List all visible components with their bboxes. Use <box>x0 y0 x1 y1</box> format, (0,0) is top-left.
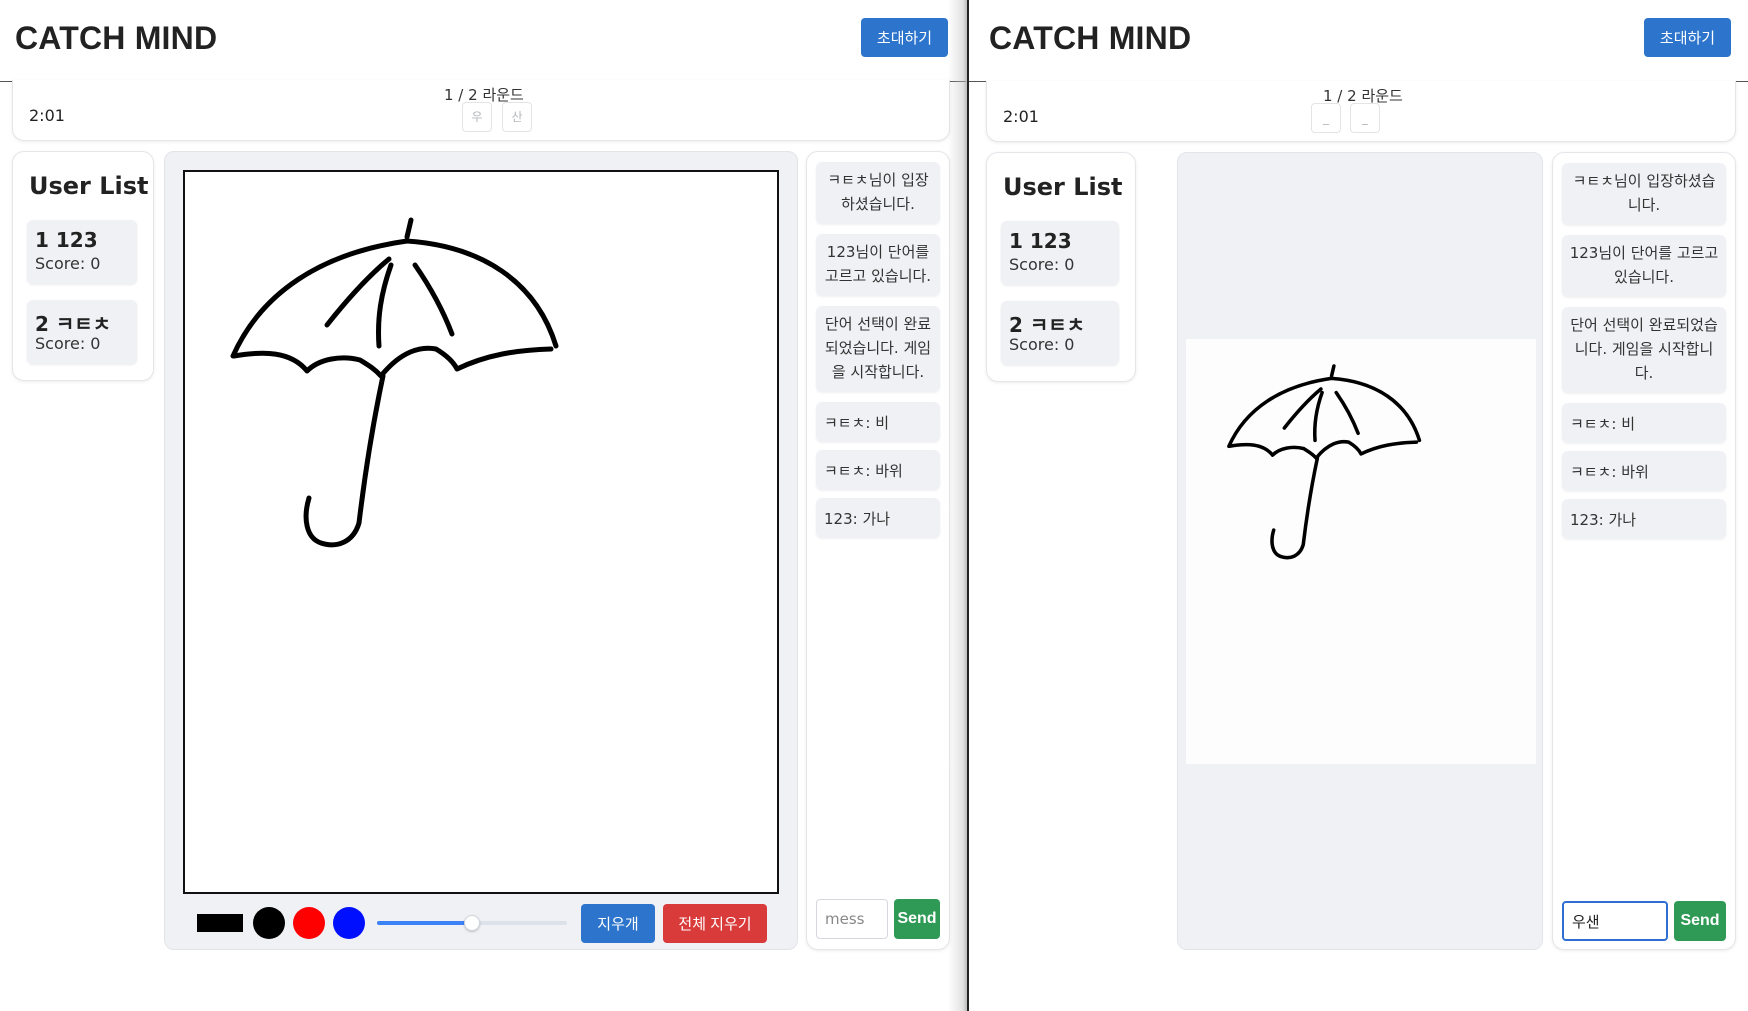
brush-size-slider[interactable] <box>377 915 567 931</box>
word-chip: _ <box>1350 103 1380 133</box>
user-list-panel: User List 1 123 Score: 0 2 ㅋㅌㅊ Score: 0 <box>986 152 1136 382</box>
umbrella-drawing <box>232 219 557 546</box>
round-bar: 1 / 2 라운드 2:01 _ _ <box>986 81 1736 142</box>
user-list-panel: User List 1 123 Score: 0 2 ㅋㅌㅊ Score: 0 <box>12 151 154 381</box>
user-score: Score: 0 <box>1009 255 1075 274</box>
window-divider-shadow <box>948 0 969 1011</box>
clear-all-button[interactable]: 전체 지우기 <box>663 904 767 943</box>
word-chip: _ <box>1311 103 1341 133</box>
chat-message: 단어 선택이 완료되었습니다. 게임을 시작합니다. <box>816 306 940 392</box>
color-red-button[interactable] <box>293 907 325 939</box>
chat-message: ㅋㅌㅊ: 비 <box>1562 403 1726 443</box>
chat-message: ㅋㅌㅊ: 비 <box>816 402 940 442</box>
color-swatch-current[interactable] <box>197 914 243 932</box>
user-list-title: User List <box>29 172 149 200</box>
color-blue-button[interactable] <box>333 907 365 939</box>
invite-button[interactable]: 초대하기 <box>1644 18 1731 57</box>
user-score: Score: 0 <box>35 334 101 353</box>
user-name: 1 123 <box>1009 229 1072 253</box>
umbrella-drawing <box>1228 365 1420 558</box>
slider-thumb[interactable] <box>464 915 480 931</box>
round-bar: 1 / 2 라운드 2:01 우 산 <box>12 80 950 141</box>
invite-button[interactable]: 초대하기 <box>861 18 948 57</box>
send-button[interactable]: Send <box>1674 901 1726 941</box>
chat-input[interactable] <box>816 899 888 939</box>
chat-message: ㅋㅌㅊ님이 입장하셨습니다. <box>1562 163 1726 225</box>
header: CATCH MIND 초대하기 <box>969 0 1748 82</box>
header: CATCH MIND 초대하기 <box>0 0 966 82</box>
drawer-window: CATCH MIND 초대하기 1 / 2 라운드 2:01 우 산 User … <box>0 0 966 1011</box>
logo: CATCH MIND <box>15 20 218 56</box>
user-name: 2 ㅋㅌㅊ <box>35 312 112 336</box>
user-list-title: User List <box>1003 173 1123 201</box>
chat-message: ㅋㅌㅊ: 바위 <box>1562 451 1726 491</box>
slider-fill <box>377 921 472 925</box>
send-button[interactable]: Send <box>894 899 940 939</box>
user-item: 2 ㅋㅌㅊ Score: 0 <box>27 300 137 364</box>
timer: 2:01 <box>29 106 65 125</box>
chat-panel: ㅋㅌㅊ님이 입장하셨습니다. 123님이 단어를 고르고 있습니다. 단어 선택… <box>1552 152 1736 950</box>
chat-message: ㅋㅌㅊ: 바위 <box>816 450 940 490</box>
chat-message: ㅋㅌㅊ님이 입장하셨습니다. <box>816 162 940 224</box>
user-score: Score: 0 <box>35 254 101 273</box>
user-name: 2 ㅋㅌㅊ <box>1009 313 1086 337</box>
chat-message: 123: 가나 <box>816 498 940 538</box>
chat-message: 123: 가나 <box>1562 499 1726 539</box>
user-score: Score: 0 <box>1009 335 1075 354</box>
chat-message: 단어 선택이 완료되었습니다. 게임을 시작합니다. <box>1562 307 1726 393</box>
drawing-board: 지우개 전체 지우기 <box>164 151 798 950</box>
logo: CATCH MIND <box>989 20 1192 56</box>
eraser-button[interactable]: 지우개 <box>581 904 655 943</box>
user-item: 2 ㅋㅌㅊ Score: 0 <box>1001 301 1119 365</box>
user-item: 1 123 Score: 0 <box>27 220 137 284</box>
chat-message: 123님이 단어를 고르고 있습니다. <box>816 234 940 296</box>
user-name: 1 123 <box>35 228 98 252</box>
chat-panel: ㅋㅌㅊ님이 입장하셨습니다. 123님이 단어를 고르고 있습니다. 단어 선택… <box>806 151 950 950</box>
word-chip: 산 <box>502 102 532 132</box>
chat-input[interactable] <box>1562 901 1668 941</box>
color-black-button[interactable] <box>253 907 285 939</box>
drawing-board <box>1177 152 1543 950</box>
guesser-window: CATCH MIND 초대하기 1 / 2 라운드 2:01 _ _ User … <box>969 0 1748 1011</box>
word-chip: 우 <box>462 102 492 132</box>
user-item: 1 123 Score: 0 <box>1001 221 1119 285</box>
chat-message: 123님이 단어를 고르고 있습니다. <box>1562 235 1726 297</box>
timer: 2:01 <box>1003 107 1039 126</box>
drawing-viewer <box>1186 339 1536 764</box>
drawing-canvas[interactable] <box>183 170 779 894</box>
